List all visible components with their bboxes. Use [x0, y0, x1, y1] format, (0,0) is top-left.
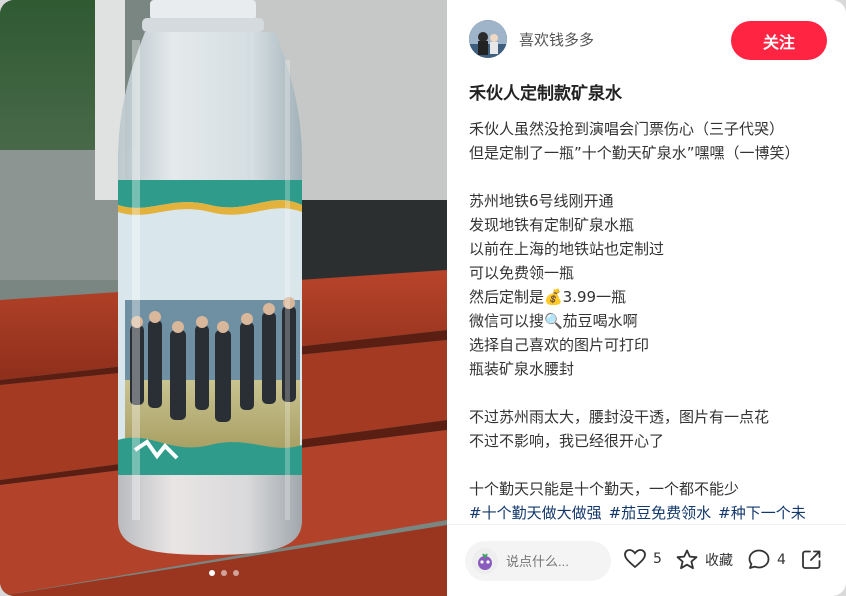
star-icon — [676, 549, 698, 570]
post-paragraph: 十个勤天只能是十个勤天，一个都不能少 — [469, 477, 834, 501]
post-detail-panel: 喜欢钱多多 关注 禾伙人定制款矿泉水 禾伙人虽然没抢到演唱会门票伤心（三子代哭）… — [447, 0, 846, 596]
post-card: 喜欢钱多多 关注 禾伙人定制款矿泉水 禾伙人虽然没抢到演唱会门票伤心（三子代哭）… — [0, 0, 846, 596]
post-text-line: 选择自己喜欢的图片可打印 — [469, 336, 650, 354]
post-text-line: 微信可以搜🔍茄豆喝水啊 — [469, 312, 638, 330]
post-paragraph: 禾伙人虽然没抢到演唱会门票伤心（三子代哭） 但是定制了一瓶”十个勤天矿泉水”嘿嘿… — [469, 117, 834, 165]
post-text-line: 苏州地铁6号线刚开通 — [469, 192, 614, 210]
post-content[interactable]: 禾伙人定制款矿泉水 禾伙人虽然没抢到演唱会门票伤心（三子代哭） 但是定制了一瓶”… — [469, 80, 834, 524]
comment-button[interactable]: 4 — [748, 549, 786, 570]
post-text-line: 发现地铁有定制矿泉水瓶 — [469, 216, 635, 234]
post-text-line: 禾伙人虽然没抢到演唱会门票伤心（三子代哭） — [469, 120, 785, 138]
comment-count: 4 — [777, 551, 786, 568]
carousel-dot[interactable] — [232, 570, 239, 576]
comment-icon — [748, 549, 770, 570]
post-text-line: 但是定制了一瓶”十个勤天矿泉水”嘿嘿（一博笑） — [469, 144, 800, 162]
hashtag-list: #十个勤天做大做强 #茄豆免费领水 #种下一个未 — [469, 501, 834, 524]
hashtag-link[interactable]: #茄豆免费领水 — [609, 504, 712, 522]
post-text-line: 不过不影响，我已经很开心了 — [469, 432, 665, 450]
author-name[interactable]: 喜欢钱多多 — [519, 29, 594, 50]
user-avatar-icon — [472, 548, 498, 574]
post-text-line: 可以免费领一瓶 — [469, 264, 575, 282]
hashtag-link[interactable]: #十个勤天做大做强 — [469, 504, 602, 522]
water-bottle-image — [0, 0, 447, 596]
post-text-line: 瓶装矿泉水腰封 — [469, 360, 575, 378]
post-paragraph: 不过苏州雨太大，腰封没干透，图片有一点花 不过不影响，我已经很开心了 — [469, 405, 834, 453]
carousel-dot[interactable] — [208, 570, 215, 576]
engagement-bar: 5 收藏 4 — [447, 524, 846, 596]
post-text-line: 然后定制是💰3.99一瓶 — [469, 288, 627, 306]
heart-icon — [624, 549, 646, 569]
carousel-indicator — [0, 570, 447, 576]
collect-label: 收藏 — [705, 552, 733, 569]
author-info[interactable]: 喜欢钱多多 — [469, 20, 594, 58]
post-text-line: 以前在上海的地铁站也定制过 — [469, 240, 665, 258]
share-button[interactable] — [801, 549, 829, 570]
post-text-line: 十个勤天只能是十个勤天，一个都不能少 — [469, 480, 740, 498]
comment-input[interactable] — [506, 553, 606, 569]
post-paragraph: 苏州地铁6号线刚开通 发现地铁有定制矿泉水瓶 以前在上海的地铁站也定制过 可以免… — [469, 189, 834, 381]
collect-button[interactable]: 收藏 — [676, 549, 733, 570]
hashtag-link[interactable]: #种下一个未 — [718, 504, 806, 522]
share-icon — [801, 549, 822, 570]
like-count: 5 — [653, 551, 662, 567]
avatar[interactable] — [469, 20, 507, 58]
post-title: 禾伙人定制款矿泉水 — [469, 84, 622, 104]
like-button[interactable]: 5 — [624, 549, 662, 569]
comment-input-box[interactable] — [465, 541, 611, 581]
follow-button[interactable]: 关注 — [731, 21, 827, 60]
post-text-line: 不过苏州雨太大，腰封没干透，图片有一点花 — [469, 408, 770, 426]
carousel-dot[interactable] — [220, 570, 227, 576]
post-photo[interactable] — [0, 0, 447, 596]
